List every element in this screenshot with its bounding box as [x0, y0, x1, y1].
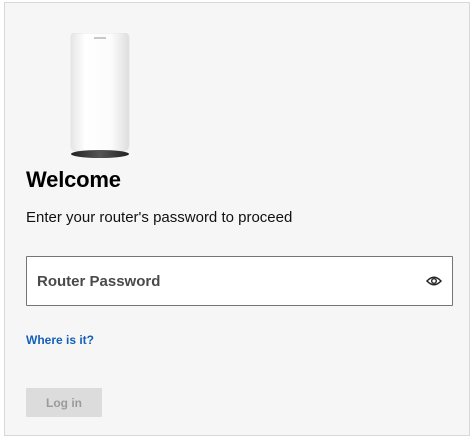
- instruction-text: Enter your router's password to proceed: [26, 209, 293, 226]
- router-password-input[interactable]: [27, 257, 412, 305]
- login-card: Welcome Enter your router's password to …: [4, 2, 470, 436]
- router-password-field[interactable]: [26, 256, 453, 306]
- where-is-it-link[interactable]: Where is it?: [26, 333, 94, 347]
- log-in-button[interactable]: Log in: [26, 388, 102, 417]
- page-title: Welcome: [26, 167, 121, 192]
- router-image: [65, 32, 137, 163]
- eye-icon[interactable]: [422, 270, 446, 292]
